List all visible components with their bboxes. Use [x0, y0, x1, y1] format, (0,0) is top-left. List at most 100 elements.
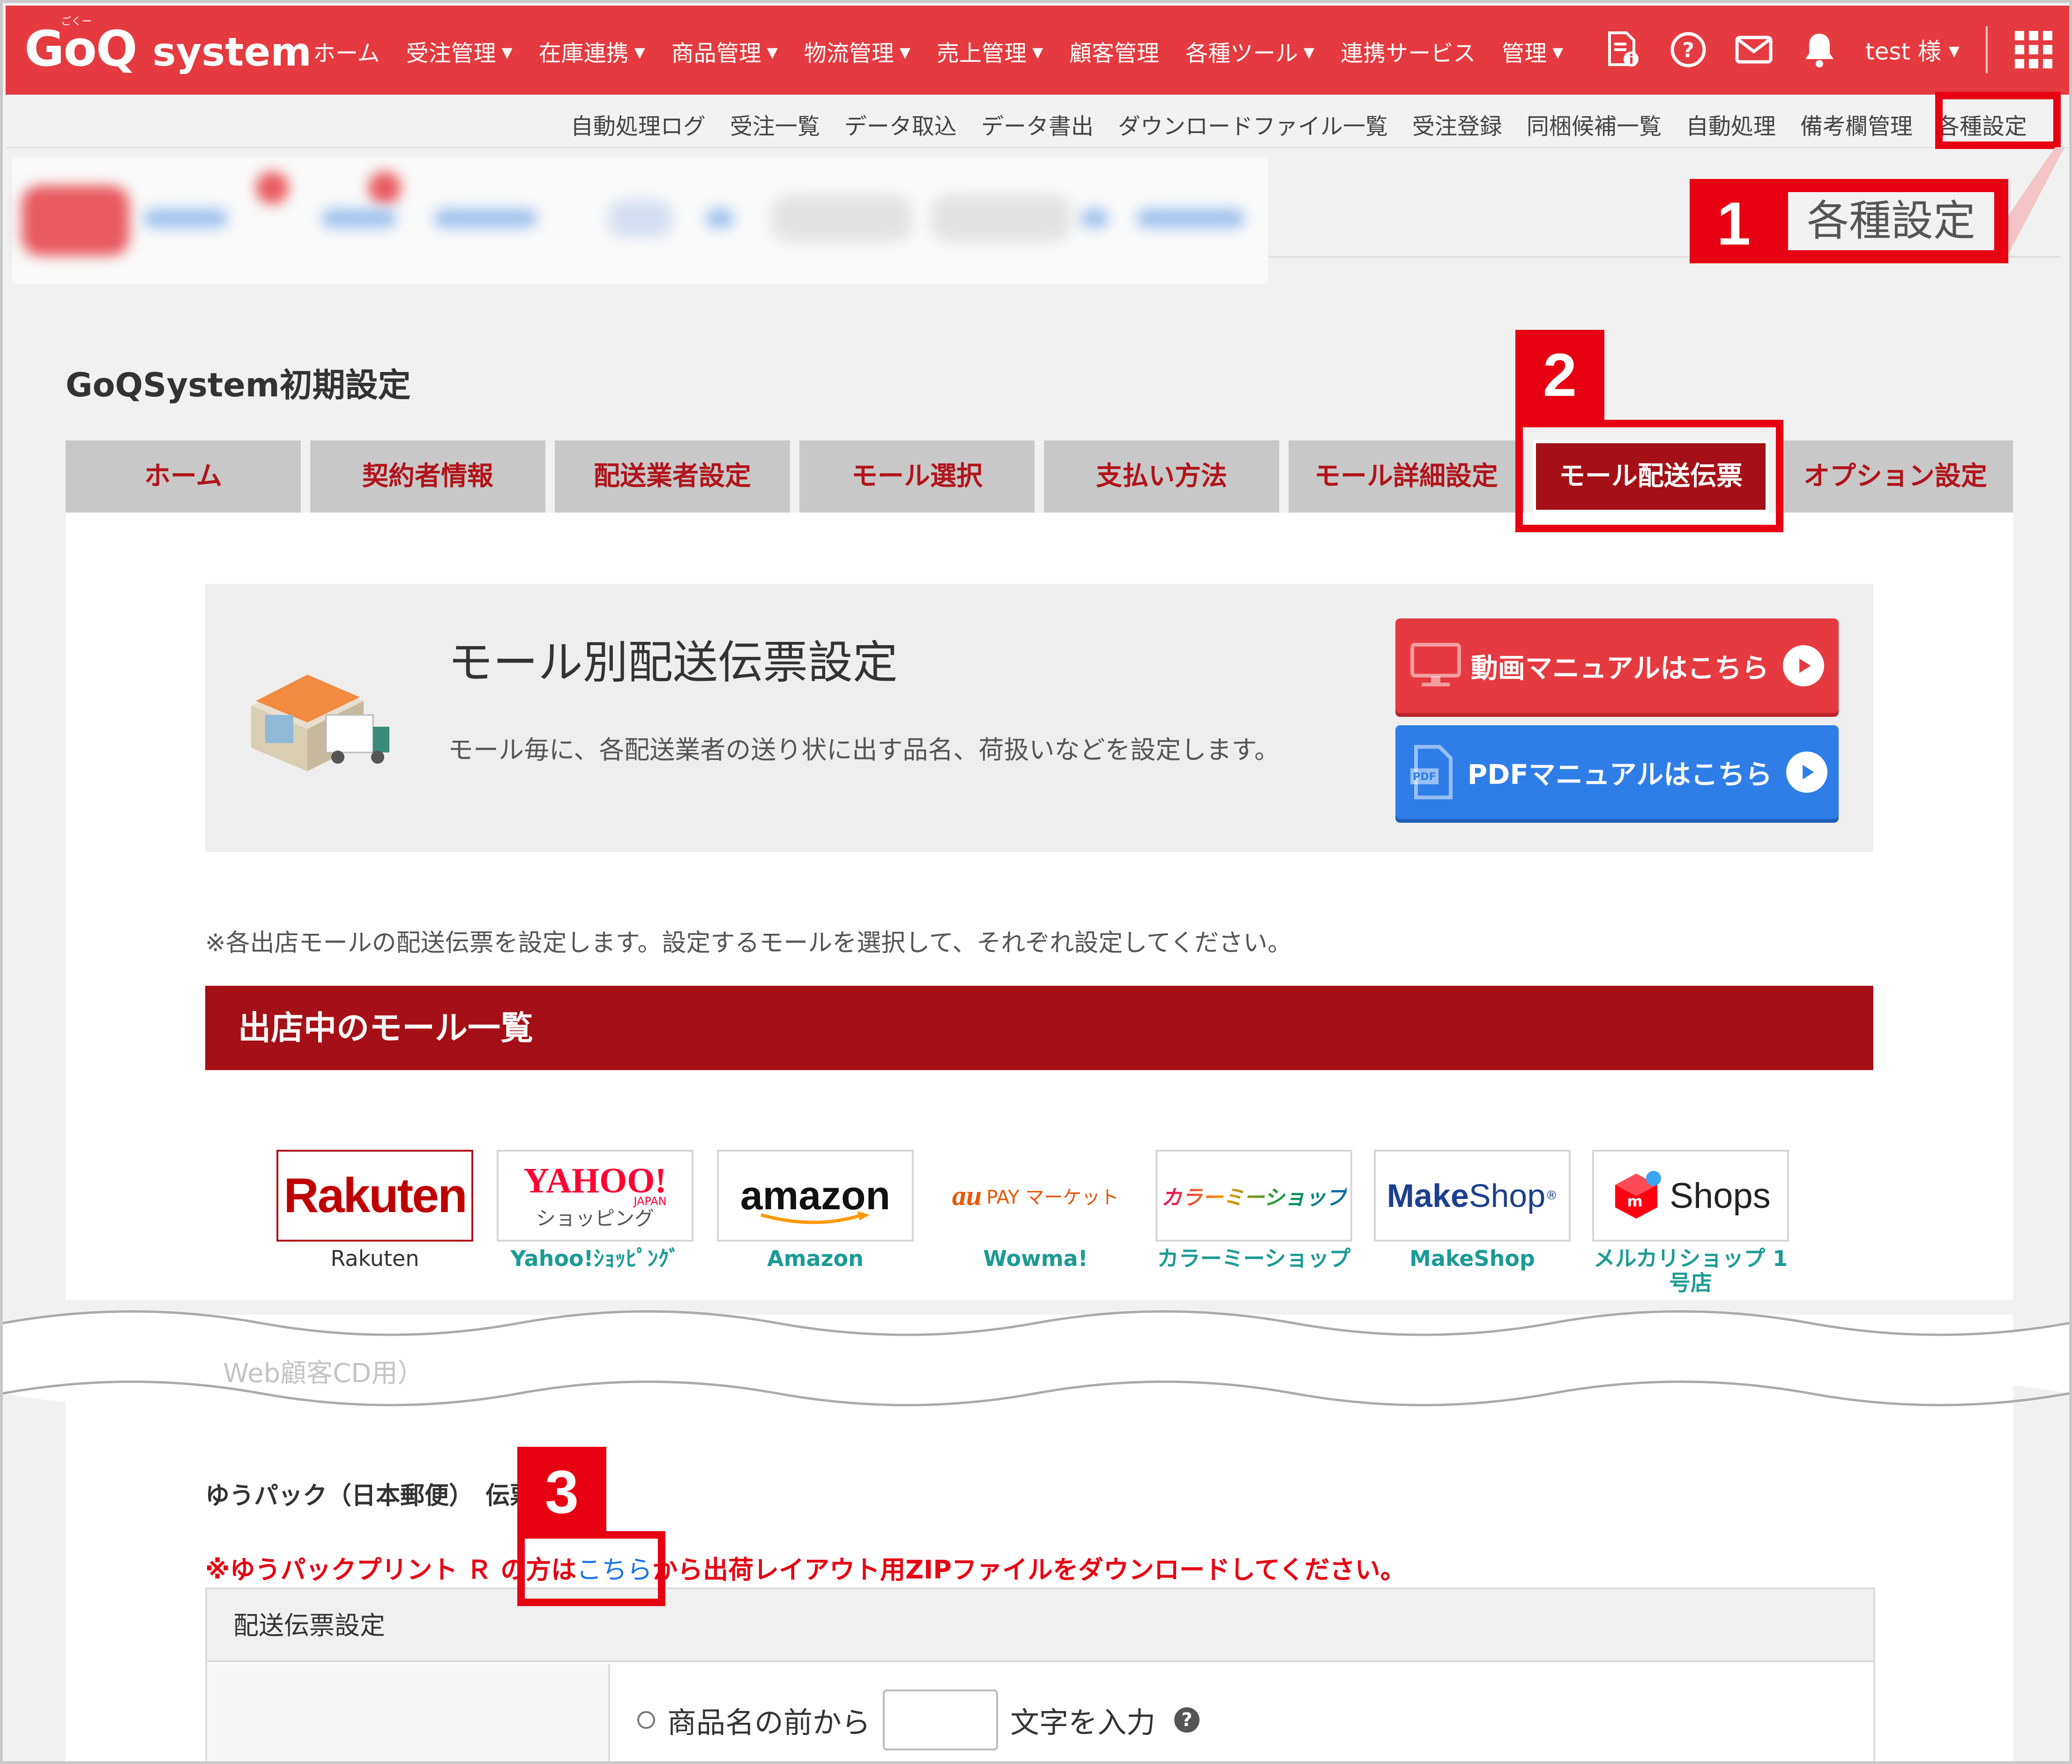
help-icon[interactable]: ? [1669, 30, 1708, 69]
colorme-logo-text: カラーミーショップ [1161, 1181, 1346, 1211]
pdf-manual-label: PDFマニュアルはこちら [1467, 759, 1773, 790]
logo-sub: system [152, 29, 312, 75]
cut-field-label: Web顧客CD用） [223, 1358, 424, 1389]
sub-nav-items: 自動処理ログ 受注一覧 データ取込 データ書出 ダウンロードファイル一覧 受注登録 同梱候補… [546, 108, 2027, 141]
settings-tab[interactable]: 契約者情報 [310, 440, 545, 513]
mall-caption: Rakuten [330, 1246, 419, 1271]
help-icon[interactable]: ? [1174, 1707, 1200, 1733]
subnav-item[interactable]: 受注一覧 [730, 108, 820, 141]
mercari-shops-logo-text: Shops [1670, 1176, 1771, 1216]
blurred-region [12, 157, 1268, 284]
nav-item-label: 管理 [1502, 40, 1547, 67]
rakuten-logo: Rakuten [276, 1150, 473, 1242]
mall-note: ※各出店モールの配送伝票を設定します。設定するモールを選択して、それぞれ設定して… [205, 929, 1292, 957]
prefix-char-count-input[interactable] [883, 1690, 999, 1750]
nav-item[interactable]: 管理 ▼ [1502, 35, 1563, 67]
settings-tab[interactable]: ホーム [66, 440, 301, 513]
au-pay-market-logo: au PAY マーケット [937, 1150, 1134, 1242]
callout-label: 各種設定 [1788, 192, 1994, 250]
user-menu[interactable]: test 様 ▼ [1865, 33, 1960, 67]
mall-yahoo[interactable]: YAHOO! JAPAN ショッピング Yahoo!ｼｮｯﾋﾟﾝｸﾞ [497, 1150, 693, 1271]
bell-icon[interactable] [1800, 30, 1839, 69]
subnav-item[interactable]: ダウンロードファイル一覧 [1118, 108, 1388, 141]
monitor-icon [1410, 643, 1461, 686]
subnav-item[interactable]: 自動処理 [1686, 108, 1776, 141]
au-logo-sub: PAY マーケット [986, 1187, 1119, 1208]
mall-list-header: 出店中のモール一覧 [205, 986, 1873, 1070]
mall-makeshop[interactable]: Make Shop ® MakeShop [1374, 1150, 1571, 1271]
divider [1986, 26, 1988, 73]
nav-item[interactable]: ホーム [313, 35, 380, 67]
mall-caption: Wowma! [983, 1246, 1088, 1271]
nav-item[interactable]: 連携サービス [1341, 35, 1476, 67]
nav-item[interactable]: 商品管理 ▼ [671, 35, 778, 67]
chevron-down-icon: ▼ [1032, 45, 1043, 61]
warning-suffix: から出荷レイアウト用ZIPファイルをダウンロードしてください。 [652, 1555, 1406, 1585]
table-header: 配送伝票設定 [207, 1589, 1873, 1662]
settings-tab[interactable]: オプション設定 [1778, 440, 2013, 513]
header-tools: ? test 様 ▼ [1577, 26, 2053, 73]
highlight-box-3 [517, 1531, 665, 1606]
subnav-item[interactable]: データ書出 [981, 108, 1094, 141]
mail-icon[interactable] [1734, 30, 1774, 69]
callout-2-badge: 2 [1515, 330, 1604, 420]
nav-item[interactable]: 物流管理 ▼ [804, 35, 910, 67]
subnav-item[interactable]: 同梱候補一覧 [1527, 108, 1662, 141]
grid-menu-icon[interactable] [2014, 30, 2053, 69]
pdf-file-icon: PDF [1410, 745, 1453, 799]
shop-truck-icon [251, 675, 389, 771]
info-title: モール別配送伝票設定 [448, 636, 898, 689]
logo-main: GoQ [24, 20, 137, 77]
mall-wowma[interactable]: au PAY マーケット Wowma! [937, 1150, 1134, 1271]
nav-item-label: 連携サービス [1341, 40, 1476, 67]
chevron-down-icon: ▼ [899, 45, 910, 61]
svg-text:m: m [1627, 1192, 1643, 1210]
pdf-manual-button[interactable]: PDF PDFマニュアルはこちら [1395, 725, 1839, 819]
chevron-down-icon: ▼ [501, 45, 513, 61]
subnav-item[interactable]: 受注登録 [1412, 108, 1502, 141]
callout-3-badge: 3 [517, 1447, 606, 1537]
mall-rakuten[interactable]: Rakuten Rakuten [276, 1150, 473, 1271]
subnav-item[interactable]: 備考欄管理 [1800, 108, 1913, 141]
makeshop-logo-main: Make [1386, 1177, 1469, 1214]
amazon-logo: amazon [717, 1150, 914, 1242]
nav-item[interactable]: 顧客管理 [1069, 35, 1159, 67]
settings-tab[interactable]: モール選択 [799, 440, 1035, 513]
nav-item[interactable]: 各種ツール ▼ [1185, 35, 1314, 67]
mercari-shops-logo: m Shops [1592, 1150, 1789, 1242]
subnav-item[interactable]: データ取込 [844, 108, 957, 141]
video-manual-button[interactable]: 動画マニュアルはこちら [1395, 618, 1839, 713]
nav-item[interactable]: 売上管理 ▼ [937, 35, 1043, 67]
nav-item-label: ホーム [313, 40, 380, 67]
pdf-tag-text: PDF [1413, 771, 1436, 783]
settings-tab[interactable]: 支払い方法 [1044, 440, 1279, 513]
highlight-box-2 [1515, 420, 1783, 532]
chevron-down-icon: ▼ [634, 45, 645, 61]
video-manual-label: 動画マニュアルはこちら [1470, 652, 1769, 684]
mall-caption: カラーミーショップ [1157, 1246, 1351, 1271]
nav-item-label: 商品管理 [671, 40, 761, 67]
highlight-box-1 [1935, 92, 2061, 149]
chevron-down-icon: ▼ [767, 45, 778, 61]
nav-item-label: 物流管理 [804, 40, 894, 67]
nav-item-label: 顧客管理 [1069, 40, 1160, 67]
nav-item-label: 各種ツール [1185, 40, 1298, 67]
mall-colorme[interactable]: カラーミーショップ カラーミーショップ [1155, 1150, 1352, 1271]
svg-text:?: ? [1682, 38, 1694, 62]
table-label-cell [207, 1664, 610, 1761]
au-logo-main: au [952, 1180, 982, 1211]
nav-item[interactable]: 受注管理 ▼ [406, 35, 513, 67]
mercari-shops-icon: m [1615, 1171, 1662, 1219]
document-info-icon[interactable] [1603, 30, 1642, 69]
goq-system-logo[interactable]: GoQ system [24, 24, 312, 73]
callout-1: 1 各種設定 [1690, 179, 2008, 263]
settings-tab[interactable]: 配送業者設定 [555, 440, 790, 513]
prefix-radio[interactable] [637, 1711, 655, 1729]
mall-mercari-shops[interactable]: m Shops メルカリショップ 1号店 [1592, 1150, 1789, 1295]
chevron-down-icon: ▼ [1552, 45, 1564, 61]
subnav-item[interactable]: 自動処理ログ [571, 108, 706, 141]
mall-amazon[interactable]: amazon Amazon [717, 1150, 914, 1271]
mall-caption: Amazon [767, 1246, 864, 1271]
settings-tab[interactable]: モール詳細設定 [1289, 440, 1524, 513]
nav-item[interactable]: 在庫連携 ▼ [539, 35, 645, 67]
